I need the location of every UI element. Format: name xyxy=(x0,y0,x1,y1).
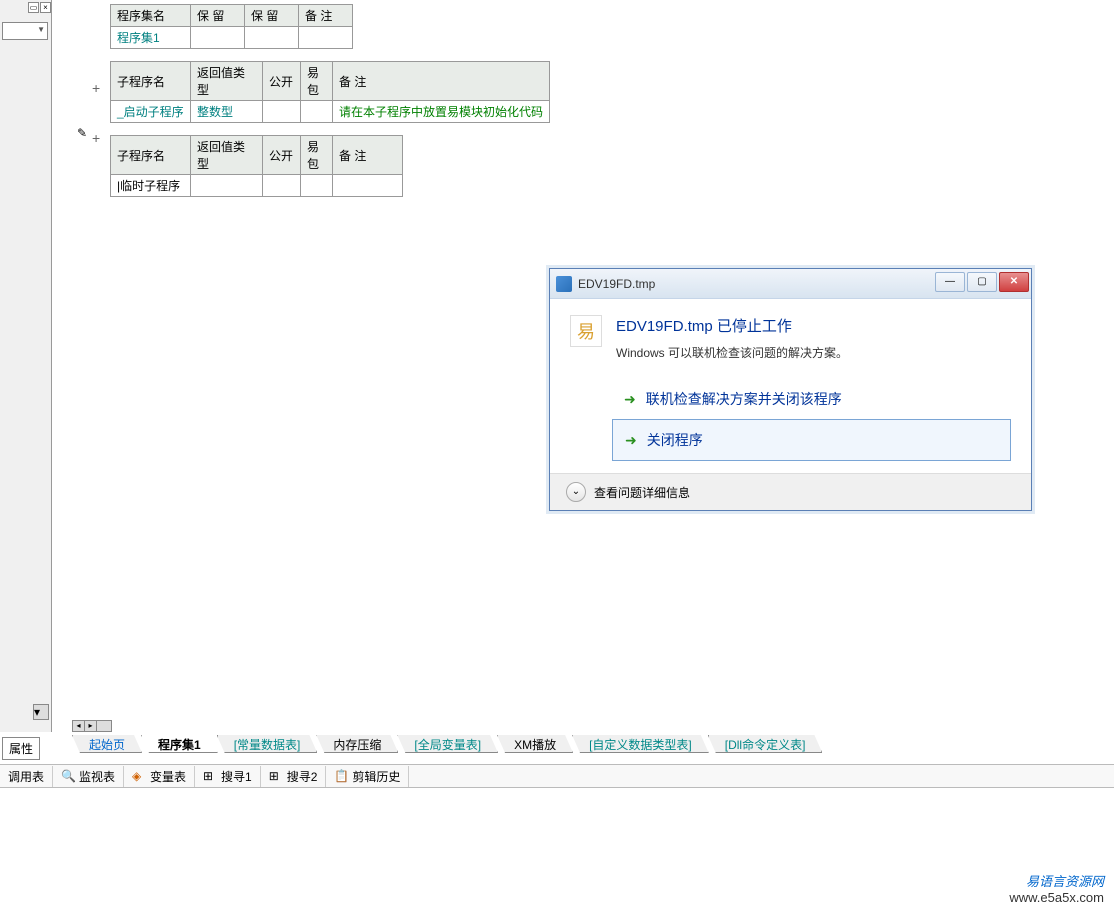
cell[interactable] xyxy=(333,175,403,197)
sidebar-panel: ▭ × ▾ xyxy=(0,0,52,732)
search-icon: ⊞ xyxy=(269,769,283,783)
error-dialog: EDV19FD.tmp — ▢ ✕ 易 EDV19FD.tmp 已停止工作 Wi… xyxy=(549,268,1032,511)
bottom-toolbar: 调用表 🔍 监视表 ◈ 变量表 ⊞ 搜寻1 ⊞ 搜寻2 📋 剪辑历史 xyxy=(0,764,1114,788)
toolbar-label: 监视表 xyxy=(79,768,115,785)
th-return-type: 返回值类型 xyxy=(191,62,263,101)
minimize-button[interactable]: — xyxy=(935,272,965,292)
scroll-right-icon[interactable]: ▸ xyxy=(85,721,97,731)
assembly-table: 程序集名 保 留 保 留 备 注 程序集1 xyxy=(110,4,353,49)
dialog-subtext: Windows 可以联机检查该问题的解决方案。 xyxy=(616,344,848,361)
expand-icon-2[interactable]: + xyxy=(92,130,100,146)
cell[interactable] xyxy=(263,101,301,123)
toolbar-label: 剪辑历史 xyxy=(352,768,400,785)
toolbar-label: 调用表 xyxy=(8,768,44,785)
tab-custom-types[interactable]: [自定义数据类型表] xyxy=(572,735,709,753)
tab-global-vars[interactable]: [全局变量表] xyxy=(397,735,498,753)
magnifier-icon: 🔍 xyxy=(61,769,75,783)
th-remark: 备 注 xyxy=(333,136,403,175)
expand-icon-1[interactable]: + xyxy=(92,80,100,96)
temp-sub-table: 子程序名 返回值类型 公开 易包 备 注 |临时子程序 xyxy=(110,135,403,197)
watermark-text: 易语言资源网 xyxy=(1009,871,1104,890)
arrow-right-icon: ➜ xyxy=(624,391,636,408)
option-label: 关闭程序 xyxy=(647,430,703,450)
th-epack: 易包 xyxy=(301,136,333,175)
dialog-footer: ⌄ 查看问题详细信息 xyxy=(550,473,1031,510)
close-button[interactable]: ✕ xyxy=(999,272,1029,292)
document-tabs: 起始页 程序集1 [常量数据表] 内存压缩 [全局变量表] XM播放 [自定义数… xyxy=(72,735,821,753)
sidebar-close-button[interactable]: × xyxy=(40,2,51,13)
cell[interactable] xyxy=(263,175,301,197)
cell[interactable] xyxy=(301,175,333,197)
horizontal-scrollbar[interactable]: ◂ ▸ xyxy=(72,720,112,732)
dialog-titlebar[interactable]: EDV19FD.tmp — ▢ ✕ xyxy=(550,269,1031,299)
app-small-icon xyxy=(556,276,572,292)
th-public: 公开 xyxy=(263,62,301,101)
th-reserve1: 保 留 xyxy=(191,5,245,27)
arrow-right-icon: ➜ xyxy=(625,432,637,449)
var-icon: ◈ xyxy=(132,769,146,783)
watermark: 易语言资源网 www.e5a5x.com xyxy=(1009,871,1104,905)
sidebar-dock-button[interactable]: ▭ xyxy=(28,2,39,13)
sidebar-scroll-down[interactable]: ▾ xyxy=(33,704,49,720)
check-online-option[interactable]: ➜ 联机检查解决方案并关闭该程序 xyxy=(612,379,1011,419)
dialog-body: 易 EDV19FD.tmp 已停止工作 Windows 可以联机检查该问题的解决… xyxy=(550,299,1031,473)
code-editor-area: 程序集名 保 留 保 留 备 注 程序集1 子程序名 返回值类型 公开 易包 备… xyxy=(110,4,1114,209)
app-large-icon: 易 xyxy=(570,315,602,347)
gutter-area: + ✎ + xyxy=(52,0,92,732)
th-reserve2: 保 留 xyxy=(245,5,299,27)
var-table-button[interactable]: ◈ 变量表 xyxy=(124,766,195,787)
option-label: 联机检查解决方案并关闭该程序 xyxy=(646,389,842,409)
watch-table-button[interactable]: 🔍 监视表 xyxy=(53,766,124,787)
toolbar-label: 搜寻1 xyxy=(221,768,252,785)
table-row[interactable]: 程序集1 xyxy=(111,27,353,49)
watermark-url: www.e5a5x.com xyxy=(1009,890,1104,905)
cell-return-type[interactable]: 整数型 xyxy=(191,101,263,123)
dialog-heading: EDV19FD.tmp 已停止工作 xyxy=(616,315,848,336)
tab-constants[interactable]: [常量数据表] xyxy=(217,735,318,753)
expand-details-button[interactable]: ⌄ xyxy=(566,482,586,502)
clipboard-icon: 📋 xyxy=(334,769,348,783)
close-program-option[interactable]: ➜ 关闭程序 xyxy=(612,419,1011,461)
th-epack: 易包 xyxy=(301,62,333,101)
sidebar-dropdown[interactable] xyxy=(2,22,48,40)
th-remark: 备 注 xyxy=(333,62,550,101)
clip-history-button[interactable]: 📋 剪辑历史 xyxy=(326,766,409,787)
tab-assembly1[interactable]: 程序集1 xyxy=(141,735,218,753)
search1-button[interactable]: ⊞ 搜寻1 xyxy=(195,766,261,787)
cell-sub-name[interactable]: _启动子程序 xyxy=(111,101,191,123)
cell-remark[interactable]: 请在本子程序中放置易模块初始化代码 xyxy=(333,101,550,123)
th-public: 公开 xyxy=(263,136,301,175)
search-icon: ⊞ xyxy=(203,769,217,783)
scroll-left-icon[interactable]: ◂ xyxy=(73,721,85,731)
toolbar-label: 变量表 xyxy=(150,768,186,785)
tab-memory-compress[interactable]: 内存压缩 xyxy=(316,735,398,753)
cell-assembly-name[interactable]: 程序集1 xyxy=(111,27,191,49)
th-sub-name: 子程序名 xyxy=(111,62,191,101)
search2-button[interactable]: ⊞ 搜寻2 xyxy=(261,766,327,787)
table-row[interactable]: |临时子程序 xyxy=(111,175,403,197)
tab-xm-play[interactable]: XM播放 xyxy=(497,735,573,753)
cell[interactable] xyxy=(191,27,245,49)
th-return-type: 返回值类型 xyxy=(191,136,263,175)
th-assembly-name: 程序集名 xyxy=(111,5,191,27)
details-label[interactable]: 查看问题详细信息 xyxy=(594,484,690,501)
toolbar-label: 搜寻2 xyxy=(287,768,318,785)
cell[interactable] xyxy=(191,175,263,197)
tab-start-page[interactable]: 起始页 xyxy=(72,735,142,753)
table-row[interactable]: _启动子程序 整数型 请在本子程序中放置易模块初始化代码 xyxy=(111,101,550,123)
call-table-button[interactable]: 调用表 xyxy=(0,766,53,787)
cell-sub-name[interactable]: |临时子程序 xyxy=(111,175,191,197)
edit-pen-icon: ✎ xyxy=(77,126,87,140)
cell[interactable] xyxy=(301,101,333,123)
dialog-title: EDV19FD.tmp xyxy=(578,277,655,291)
th-sub-name: 子程序名 xyxy=(111,136,191,175)
th-remark: 备 注 xyxy=(299,5,353,27)
properties-label[interactable]: 属性 xyxy=(2,737,40,760)
maximize-button[interactable]: ▢ xyxy=(967,272,997,292)
cell[interactable] xyxy=(245,27,299,49)
startup-sub-table: 子程序名 返回值类型 公开 易包 备 注 _启动子程序 整数型 请在本子程序中放… xyxy=(110,61,550,123)
tab-dll-commands[interactable]: [Dll命令定义表] xyxy=(708,735,823,753)
cell[interactable] xyxy=(299,27,353,49)
